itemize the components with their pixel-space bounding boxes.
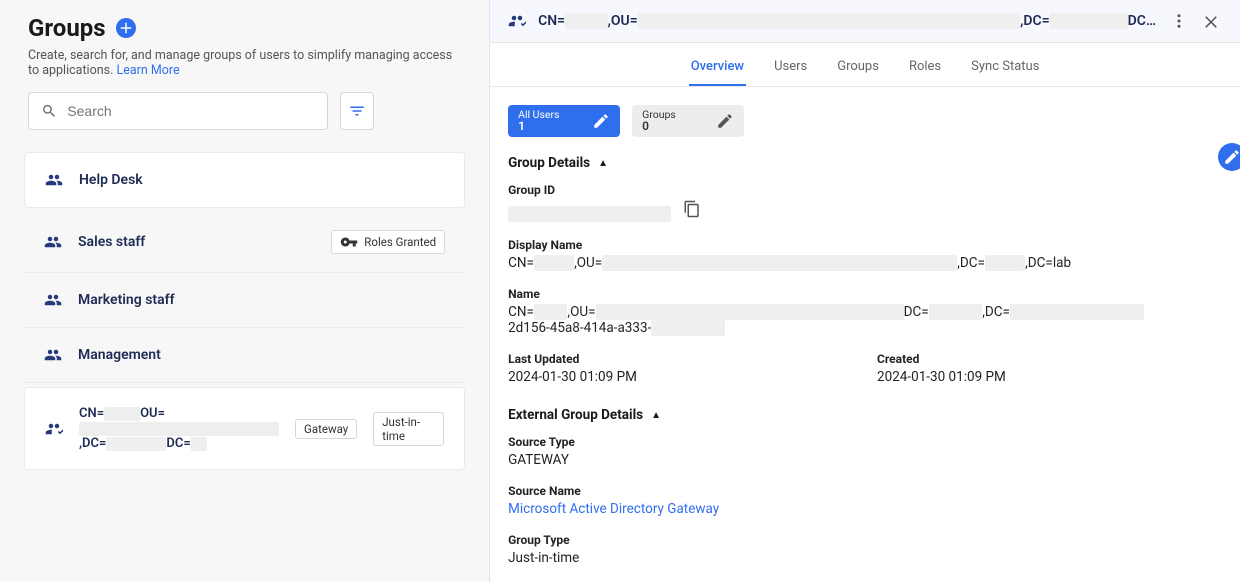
left-header: Groups Create, search for, and manage gr… [0,0,489,130]
detail-title: CN=xxxxxx,OU=xxxxxxxxxxxxxxxxxxxxxxxxxxx… [538,13,1156,29]
learn-more-link[interactable]: Learn More [116,63,179,78]
add-group-button[interactable] [116,18,136,38]
section-external-group-details[interactable]: External Group Details ▲ [508,407,1222,423]
stat-groups-value: 0 [642,120,676,133]
pencil-icon [716,112,734,130]
tab-sync-status[interactable]: Sync Status [969,53,1041,86]
stat-all-users-value: 1 [518,120,559,133]
pencil-icon [1223,148,1240,166]
copy-icon [683,200,701,218]
group-icon [44,346,62,364]
field-name: Name CN=xxxxx,OU=xxxxxxxxxxxxxxxxxxxxxxx… [508,287,1222,336]
field-source-type: Source Type GATEWAY [508,435,1222,468]
page-subtitle: Create, search for, and manage groups of… [28,48,461,78]
search-input[interactable] [67,103,315,119]
chevron-up-icon: ▲ [651,410,661,421]
group-name: Marketing staff [78,292,175,308]
search-container [28,92,328,130]
roles-granted-badge: Roles Granted [331,230,445,254]
right-panel: CN=xxxxxx,OU=xxxxxxxxxxxxxxxxxxxxxxxxxxx… [490,0,1240,582]
stat-all-users[interactable]: All Users 1 [508,105,620,137]
group-name: Management [78,347,161,363]
tab-overview[interactable]: Overview [689,53,746,86]
group-icon [45,171,63,189]
filter-button[interactable] [340,92,374,130]
field-source-name: Source Name Microsoft Active Directory G… [508,484,1222,517]
edit-all-users-button[interactable] [592,112,610,130]
source-name-link[interactable]: Microsoft Active Directory Gateway [508,501,719,517]
group-row[interactable]: Marketing staff [24,273,465,328]
field-display-name: Display Name CN=xxxxxx,OU=xxxxxxxxxxxxxx… [508,238,1222,271]
left-panel: Groups Create, search for, and manage gr… [0,0,490,582]
close-icon [1202,12,1220,30]
chevron-up-icon: ▲ [598,158,608,169]
tab-groups[interactable]: Groups [835,53,881,86]
field-group-type: Group Type Just-in-time [508,533,1222,566]
detail-header: CN=xxxxxx,OU=xxxxxxxxxxxxxxxxxxxxxxxxxxx… [490,0,1240,43]
group-row[interactable]: Management [24,328,465,383]
more-options-button[interactable] [1168,10,1190,32]
group-dn: CN=OU=,DC=DC= [79,406,279,451]
group-id-value [508,206,671,222]
edit-groups-button[interactable] [716,112,734,130]
group-icon [44,233,62,251]
stat-groups[interactable]: Groups 0 [632,105,744,137]
group-row-external[interactable]: CN=OU=,DC=DC= Gateway Just-in-time [24,387,465,470]
tag-jit: Just-in-time [373,412,444,446]
pencil-icon [592,112,610,130]
external-group-icon [508,12,526,30]
field-last-updated: Last Updated 2024-01-30 01:09 PM [508,352,853,385]
section-group-details[interactable]: Group Details ▲ [508,155,1222,171]
search-icon [41,102,57,120]
tab-roles[interactable]: Roles [907,53,943,86]
tab-users[interactable]: Users [772,53,809,86]
copy-group-id-button[interactable] [683,200,701,221]
group-icon [44,291,62,309]
key-icon [340,233,358,251]
group-name: Sales staff [78,234,145,250]
kebab-icon [1170,12,1188,30]
group-row[interactable]: Help Desk [24,152,465,208]
tag-gateway: Gateway [295,419,357,439]
field-created: Created 2024-01-30 01:09 PM [877,352,1222,385]
plus-icon [117,19,135,37]
group-row[interactable]: Sales staff Roles Granted [24,212,465,273]
field-group-id: Group ID [508,183,1222,222]
group-name: Help Desk [79,172,143,188]
close-button[interactable] [1200,10,1222,32]
detail-body: All Users 1 Groups 0 Group Details ▲ [490,87,1240,582]
edit-details-button[interactable] [1218,143,1240,171]
group-list: Help Desk Sales staff Roles Granted Mark… [0,152,489,474]
external-group-icon [45,420,63,438]
page-title: Groups [28,14,106,42]
stat-cards: All Users 1 Groups 0 [508,105,1222,137]
detail-tabs: Overview Users Groups Roles Sync Status [490,43,1240,87]
filter-icon [348,102,366,120]
